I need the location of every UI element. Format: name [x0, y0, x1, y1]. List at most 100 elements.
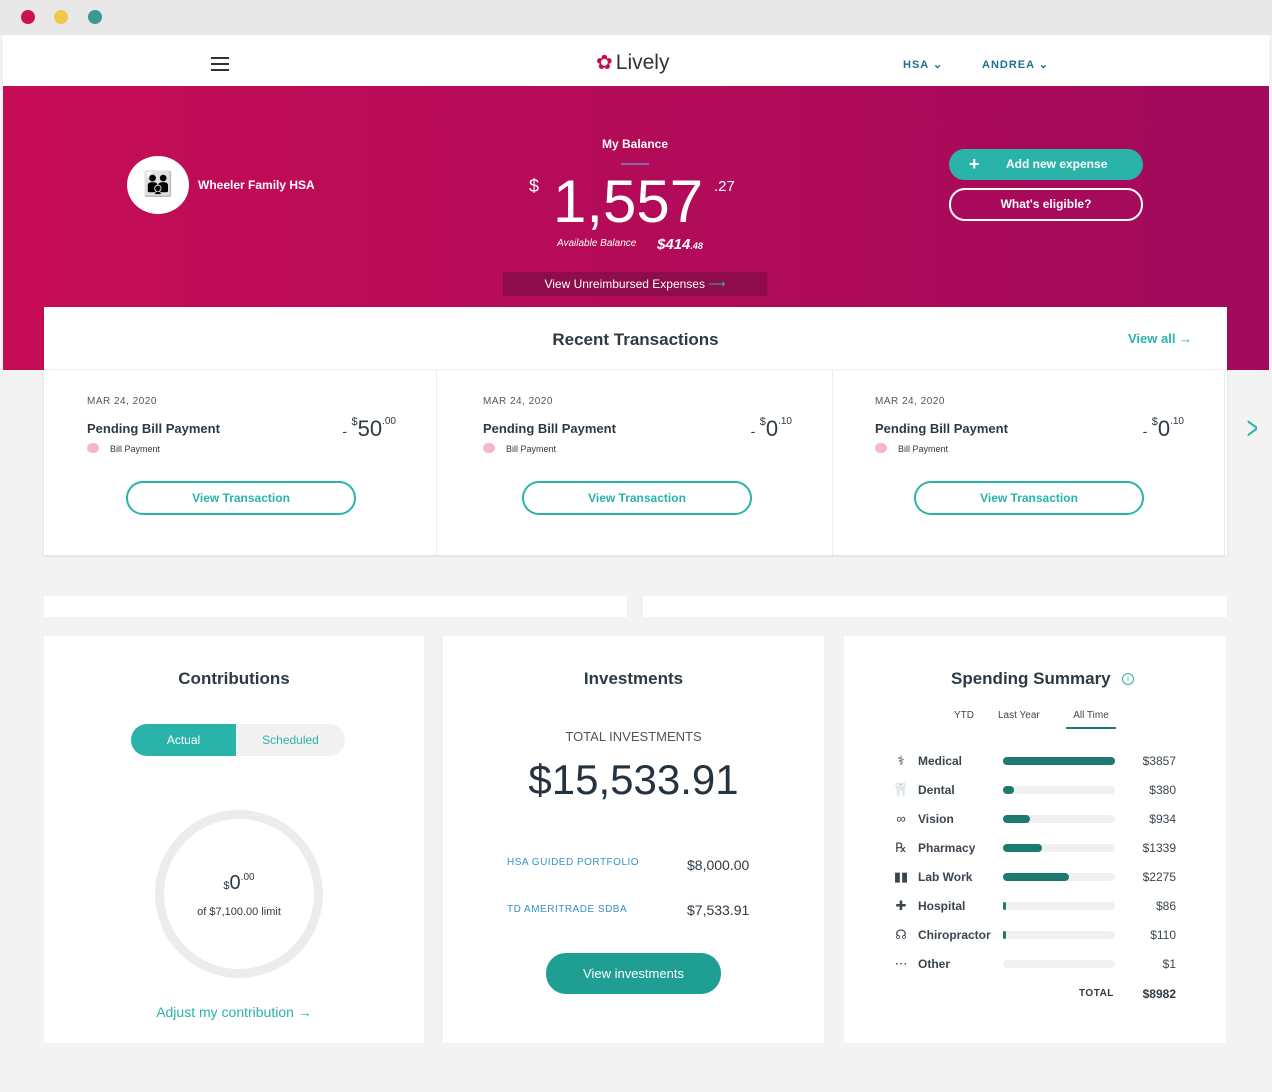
family-avatar-icon: 👪	[127, 156, 189, 214]
investment-name: TD AMERITRADE SDBA	[507, 904, 628, 915]
unreimbursed-link-label: View Unreimbursed Expenses	[544, 277, 705, 291]
view-unreimbursed-expenses-link[interactable]: View Unreimbursed Expenses ⟶	[503, 272, 767, 296]
contribution-amount: 0	[229, 872, 241, 894]
account-name: Wheeler Family HSA	[198, 178, 315, 192]
adjust-contribution-link[interactable]: Adjust my contribution →	[44, 1004, 424, 1020]
investment-name: HSA GUIDED PORTFOLIO	[507, 857, 640, 868]
account-dropdown[interactable]: HSA ⌄	[903, 58, 943, 71]
spending-total: $8982	[1142, 987, 1176, 1001]
investment-value: $8,000.00	[687, 857, 750, 873]
total-investments-amount: $15,533.91	[528, 756, 739, 803]
transaction-title: Pending Bill Payment	[87, 421, 220, 436]
spending-bar-track	[1003, 844, 1115, 852]
tab-all-time[interactable]: All Time	[1066, 710, 1116, 729]
add-new-expense-button[interactable]: + Add new expense	[949, 149, 1143, 180]
spending-category-name: Vision	[918, 812, 954, 826]
whats-eligible-button[interactable]: What's eligible?	[949, 188, 1143, 221]
view-transaction-button[interactable]: View Transaction	[522, 481, 752, 515]
spending-bar-track	[1003, 815, 1115, 823]
amount-sign: -	[750, 423, 756, 439]
spending-category-name: Dental	[918, 783, 955, 797]
window-titlebar	[0, 0, 1272, 35]
spending-bar-fill	[1003, 931, 1007, 939]
spending-bar-track	[1003, 902, 1115, 910]
transaction-cents: .00	[382, 416, 396, 427]
status-dot-icon	[483, 443, 495, 453]
balance-currency: $	[529, 176, 540, 196]
chevron-down-icon: ⌄	[932, 59, 944, 71]
minimize-window-button[interactable]	[54, 10, 68, 24]
pill-bottle-icon: ℞	[895, 840, 907, 855]
spending-bar-track	[1003, 786, 1115, 794]
transaction-amount: 0	[1157, 416, 1171, 441]
view-all-link[interactable]: View all →	[1128, 331, 1192, 346]
stethoscope-icon: ⚕	[897, 753, 905, 768]
transaction-cents: .10	[1170, 416, 1184, 427]
transaction-type: Bill Payment	[110, 444, 161, 454]
transaction-amount: 0	[765, 416, 779, 441]
spending-bar-track	[1003, 873, 1115, 881]
account-dropdown-label: HSA	[903, 59, 929, 71]
spending-category-name: Pharmacy	[918, 841, 976, 855]
chevron-down-icon: ⌄	[1038, 59, 1049, 71]
spending-category-amount: $2275	[1142, 870, 1176, 884]
tab-ytd[interactable]: YTD	[954, 710, 974, 721]
spending-summary-title: Spending Summary	[951, 669, 1111, 688]
investment-value: $7,533.91	[687, 902, 750, 918]
balance-cents: .27	[714, 178, 735, 195]
transaction-amount: 50	[357, 416, 383, 441]
brand-logo[interactable]: ✿ Lively	[596, 50, 669, 75]
spending-category-name: Hospital	[918, 899, 966, 913]
spending-category-name: Chiropractor	[918, 928, 991, 942]
spending-category-name: Lab Work	[918, 870, 973, 884]
carousel-next-chevron-icon[interactable]: >	[1247, 410, 1258, 447]
balance-label: My Balance	[601, 137, 669, 151]
spending-category-amount: $1339	[1142, 841, 1176, 855]
spending-category-name: Other	[918, 957, 951, 971]
spending-category-amount: $3857	[1142, 754, 1176, 768]
transaction-date: MAR 24, 2020	[87, 396, 157, 407]
tooth-icon: 🦷	[892, 782, 910, 797]
spine-icon: ☊	[895, 927, 907, 942]
contributions-title: Contributions	[178, 669, 290, 688]
contribution-cents: .00	[240, 872, 255, 883]
glasses-icon: ∞	[896, 811, 906, 826]
spending-bar-track	[1003, 960, 1115, 968]
balance-amount: 1,557	[553, 168, 704, 235]
hamburger-menu-icon[interactable]	[211, 57, 229, 71]
spending-bar-fill	[1003, 815, 1031, 823]
available-balance-amount: $414	[657, 236, 691, 253]
tab-scheduled[interactable]: Scheduled	[236, 724, 345, 756]
transaction-type: Bill Payment	[898, 444, 949, 454]
amount-sign: -	[342, 423, 348, 439]
spending-bar-track	[1003, 757, 1115, 765]
recent-transactions-title: Recent Transactions	[552, 330, 719, 349]
tab-last-year[interactable]: Last Year	[998, 710, 1040, 721]
spending-category-amount: $86	[1155, 899, 1176, 913]
view-investments-button[interactable]: View investments	[546, 953, 721, 994]
user-dropdown[interactable]: ANDREA ⌄	[982, 58, 1049, 71]
spending-category-name: Medical	[918, 754, 963, 768]
hospital-icon: ✚	[895, 898, 907, 913]
spending-bar-fill	[1003, 902, 1006, 910]
contribution-limit: of $7,100.00 limit	[197, 906, 281, 918]
close-window-button[interactable]	[21, 10, 35, 24]
info-icon[interactable]: i	[1122, 673, 1134, 685]
tab-actual[interactable]: Actual	[131, 724, 236, 756]
brand-name: Lively	[615, 50, 670, 74]
transaction-cents: .10	[778, 416, 792, 427]
spending-bar-track	[1003, 931, 1115, 939]
view-transaction-button[interactable]: View Transaction	[914, 481, 1144, 515]
spending-category-amount: $1	[1162, 957, 1176, 971]
transaction-date: MAR 24, 2020	[875, 396, 945, 407]
status-dot-icon	[875, 443, 887, 453]
amount-sign: -	[1142, 423, 1148, 439]
spending-category-amount: $934	[1149, 812, 1176, 826]
view-transaction-button[interactable]: View Transaction	[126, 481, 356, 515]
placeholder-card	[44, 596, 627, 617]
contributions-tabs: Actual Scheduled	[131, 724, 345, 756]
transaction-title: Pending Bill Payment	[483, 421, 616, 436]
investments-title: Investments	[583, 669, 684, 688]
maximize-window-button[interactable]	[88, 10, 102, 24]
add-expense-label: Add new expense	[1006, 157, 1108, 171]
